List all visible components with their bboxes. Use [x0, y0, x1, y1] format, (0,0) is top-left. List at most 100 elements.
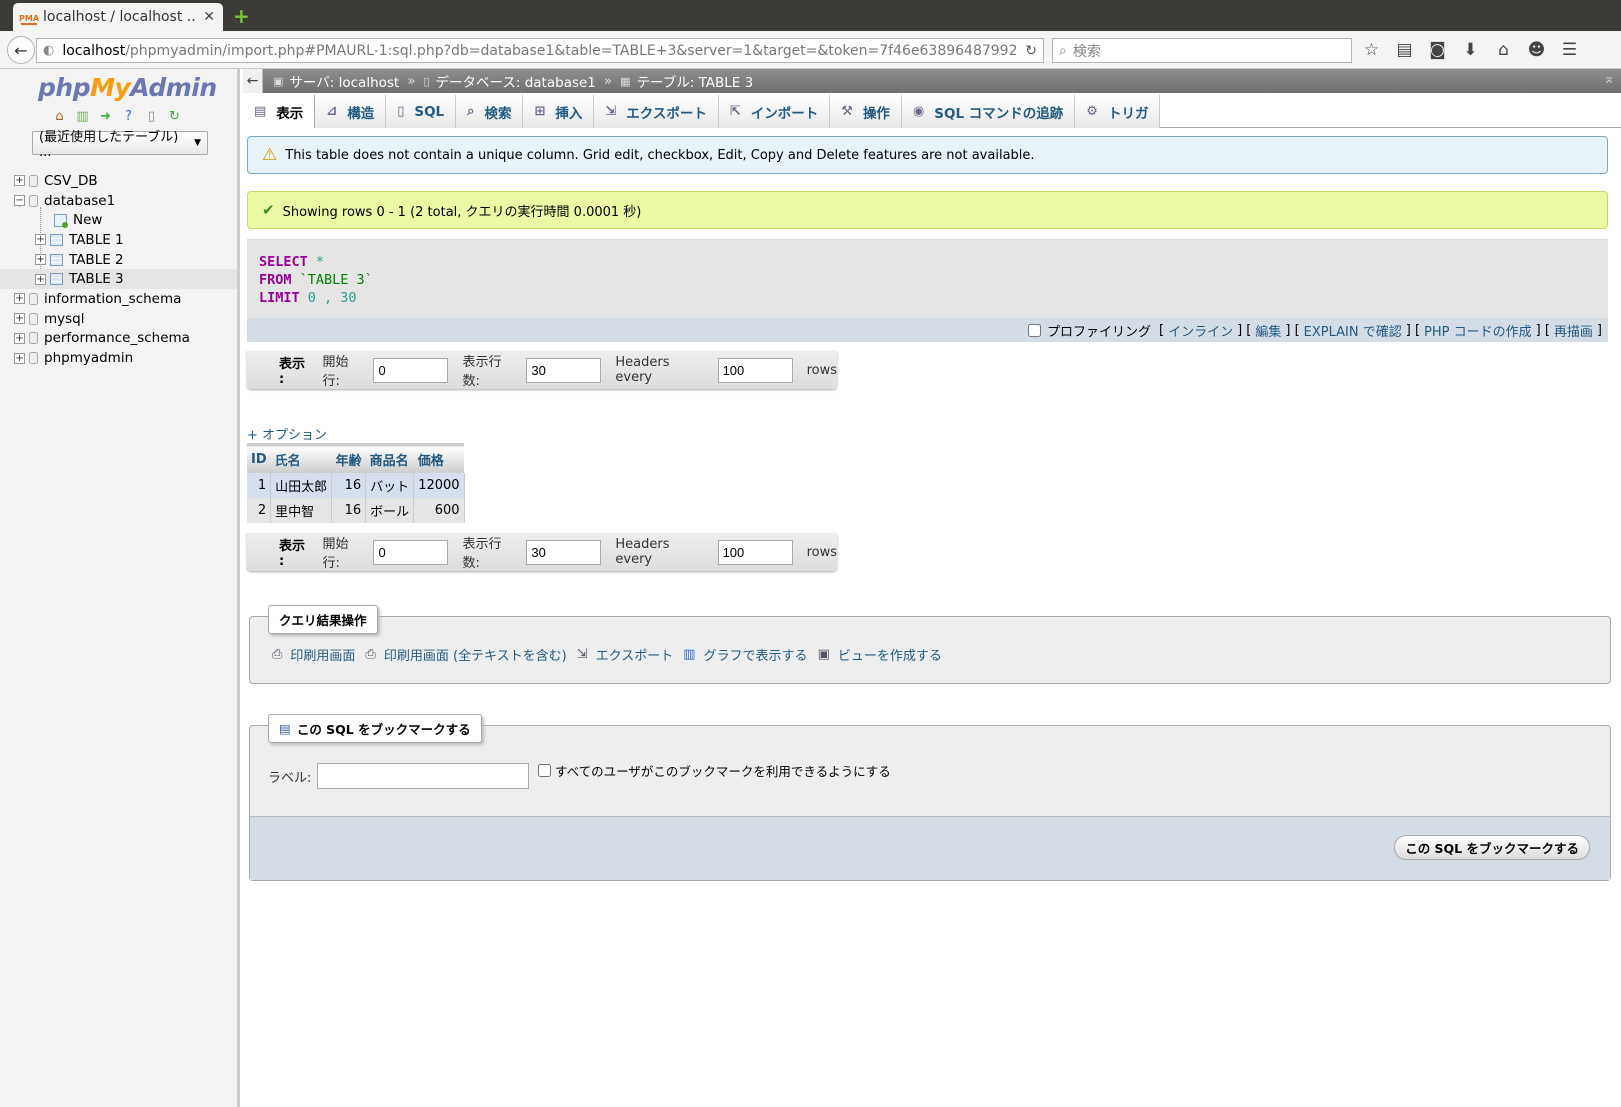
tab-triggers[interactable]: ⚙ トリガ: [1075, 95, 1161, 128]
export-icon: ⇲: [605, 104, 617, 119]
tab-label: 操作: [862, 105, 890, 122]
docs-icon[interactable]: ▯: [144, 109, 159, 124]
create-view-link[interactable]: ▣ ビューを作成する: [818, 645, 942, 664]
sql-code[interactable]: SELECT * FROM `TABLE 3` LIMIT 0 , 30: [259, 253, 373, 307]
reload-icon[interactable]: ↻: [1025, 43, 1037, 59]
expand-icon[interactable]: +: [35, 254, 46, 266]
reading-list-icon[interactable]: ▤: [1395, 40, 1414, 60]
expand-icon[interactable]: +: [14, 352, 25, 364]
tab-insert[interactable]: ⊞ 挿入: [523, 95, 595, 128]
url-text[interactable]: localhost/phpmyadmin/import.php#PMAURL-1…: [62, 43, 1017, 59]
expand-icon[interactable]: +: [14, 332, 25, 344]
tab-label: SQL: [414, 103, 445, 120]
print-view-full-link[interactable]: ⎙ 印刷用画面 (全テキストを含む): [365, 645, 566, 664]
collapse-icon[interactable]: −: [14, 195, 25, 207]
refresh-link[interactable]: 再描画: [1554, 321, 1593, 340]
search-input[interactable]: ⌕ 検索: [1052, 38, 1352, 63]
profiling-checkbox[interactable]: [1027, 323, 1041, 337]
tree-item-csv-db[interactable]: + CSV_DB: [0, 171, 237, 191]
bookmark-label-input[interactable]: [317, 763, 530, 789]
recent-tables-select[interactable]: (最近使用したテーブル) ... ▼: [32, 130, 208, 160]
tree-item-new[interactable]: New: [0, 210, 237, 230]
table-row[interactable]: 2 里中智 16 ボール 600: [247, 498, 465, 523]
tab-export[interactable]: ⇲ エクスポート: [594, 95, 719, 128]
tree-item-information-schema[interactable]: + information_schema: [0, 289, 237, 309]
query-ops-links: ⎙ 印刷用画面 ⎙ 印刷用画面 (全テキストを含む) ⇲ エクスポート ▥ グラフで表示…: [272, 645, 942, 664]
pocket-icon[interactable]: ◙: [1428, 40, 1447, 60]
expand-icon[interactable]: +: [35, 273, 46, 285]
breadcrumb-table[interactable]: テーブル: TABLE 3: [637, 71, 754, 91]
home-icon[interactable]: ⌂: [52, 109, 67, 124]
php-code-link[interactable]: PHP コードの作成: [1424, 321, 1532, 340]
logo-php: php: [38, 73, 91, 102]
column-header-name[interactable]: 氏名: [270, 443, 332, 473]
cell-id: 1: [247, 473, 272, 498]
chat-icon[interactable]: ☻: [1527, 40, 1546, 60]
tree-item-performance-schema[interactable]: + performance_schema: [0, 329, 237, 349]
column-header-id[interactable]: ID: [247, 443, 271, 473]
display-chart-link[interactable]: ▥ グラフで表示する: [683, 645, 807, 664]
help-icon[interactable]: ?: [121, 109, 136, 124]
expand-icon[interactable]: +: [14, 293, 25, 305]
url-bar[interactable]: ◐ localhost/phpmyadmin/import.php#PMAURL…: [36, 38, 1044, 63]
expand-icon[interactable]: +: [14, 175, 25, 187]
start-row-input[interactable]: [373, 357, 449, 383]
export-link[interactable]: ⇲ エクスポート: [577, 645, 674, 664]
row-count-label: 表示行数:: [462, 537, 502, 571]
download-icon[interactable]: ⬇: [1461, 40, 1480, 60]
headers-every-input[interactable]: [717, 357, 793, 383]
column-header-price[interactable]: 価格: [413, 443, 465, 473]
table-row[interactable]: 1 山田太郎 16 バット 12000: [247, 473, 465, 498]
column-header-age[interactable]: 年齢: [331, 443, 366, 473]
tab-import[interactable]: ⇱ インポート: [718, 95, 831, 128]
tree-item-table1[interactable]: + TABLE 1: [0, 230, 237, 250]
tree-item-database1[interactable]: − database1: [0, 191, 237, 211]
column-header-product[interactable]: 商品名: [365, 443, 414, 473]
tab-sql[interactable]: ▯ SQL: [386, 95, 457, 128]
pma-logo[interactable]: phpMyAdmin: [38, 73, 217, 102]
browser-tab[interactable]: PMA localhost / localhost ... ✕: [13, 3, 223, 31]
site-info-icon[interactable]: ◐: [43, 43, 54, 58]
expand-icon[interactable]: +: [14, 313, 25, 325]
tab-structure[interactable]: ⊿ 構造: [315, 95, 387, 128]
row-count-input[interactable]: [526, 539, 602, 565]
explain-link[interactable]: EXPLAIN で確認: [1304, 321, 1402, 340]
row-count-input[interactable]: [526, 357, 602, 383]
collapse-top-icon[interactable]: ⌅: [1603, 71, 1615, 87]
cell-price: 600: [413, 498, 465, 523]
query-window-icon[interactable]: ➜: [98, 109, 113, 124]
tree-item-table3[interactable]: + TABLE 3: [0, 269, 237, 290]
inline-edit-link[interactable]: インライン: [1168, 321, 1233, 340]
bookmark-star-icon[interactable]: ☆: [1362, 40, 1381, 60]
breadcrumb-server[interactable]: サーバ: localhost: [289, 71, 399, 91]
logout-icon[interactable]: ▥: [75, 109, 90, 124]
print-view-link[interactable]: ⎙ 印刷用画面: [272, 645, 355, 664]
tab-search[interactable]: ⌕ 検索: [456, 95, 524, 128]
bookmark-submit-button[interactable]: この SQL をブックマークする: [1394, 835, 1590, 860]
tab-tracking[interactable]: ◉ SQL コマンドの追跡: [901, 95, 1076, 128]
tab-operations[interactable]: ⚒ 操作: [830, 95, 902, 128]
menu-icon[interactable]: ☰: [1560, 40, 1579, 60]
tab-browse[interactable]: ▤ 表示: [243, 95, 316, 128]
check-icon: ✔: [262, 201, 275, 219]
tree-item-mysql[interactable]: + mysql: [0, 309, 237, 329]
headers-every-input[interactable]: [717, 539, 793, 565]
db-tree: + CSV_DB − database1 New + TABLE 1 + TABLE 2…: [0, 171, 237, 368]
home-icon[interactable]: ⌂: [1494, 40, 1513, 60]
close-tab-icon[interactable]: ✕: [203, 9, 215, 25]
main-content: ← ▣ サーバ: localhost » ▯ データベース: database1…: [243, 69, 1621, 1107]
start-row-input[interactable]: [373, 539, 449, 565]
tree-item-phpmyadmin[interactable]: + phpmyadmin: [0, 348, 237, 368]
bookmark-share-checkbox[interactable]: [538, 764, 551, 777]
options-link[interactable]: + オプション: [247, 424, 327, 443]
collapse-nav-icon[interactable]: ←: [243, 69, 263, 93]
tree-item-table2[interactable]: + TABLE 2: [0, 250, 237, 270]
back-button[interactable]: ←: [7, 36, 35, 64]
export-icon: ⇲: [576, 647, 588, 662]
breadcrumb-database[interactable]: データベース: database1: [436, 71, 596, 91]
reload-nav-icon[interactable]: ↻: [167, 109, 182, 124]
edit-query-link[interactable]: 編集: [1255, 321, 1281, 340]
sql-keyword-from: FROM: [259, 272, 292, 288]
new-tab-icon[interactable]: +: [233, 4, 250, 28]
expand-icon[interactable]: +: [35, 234, 46, 246]
